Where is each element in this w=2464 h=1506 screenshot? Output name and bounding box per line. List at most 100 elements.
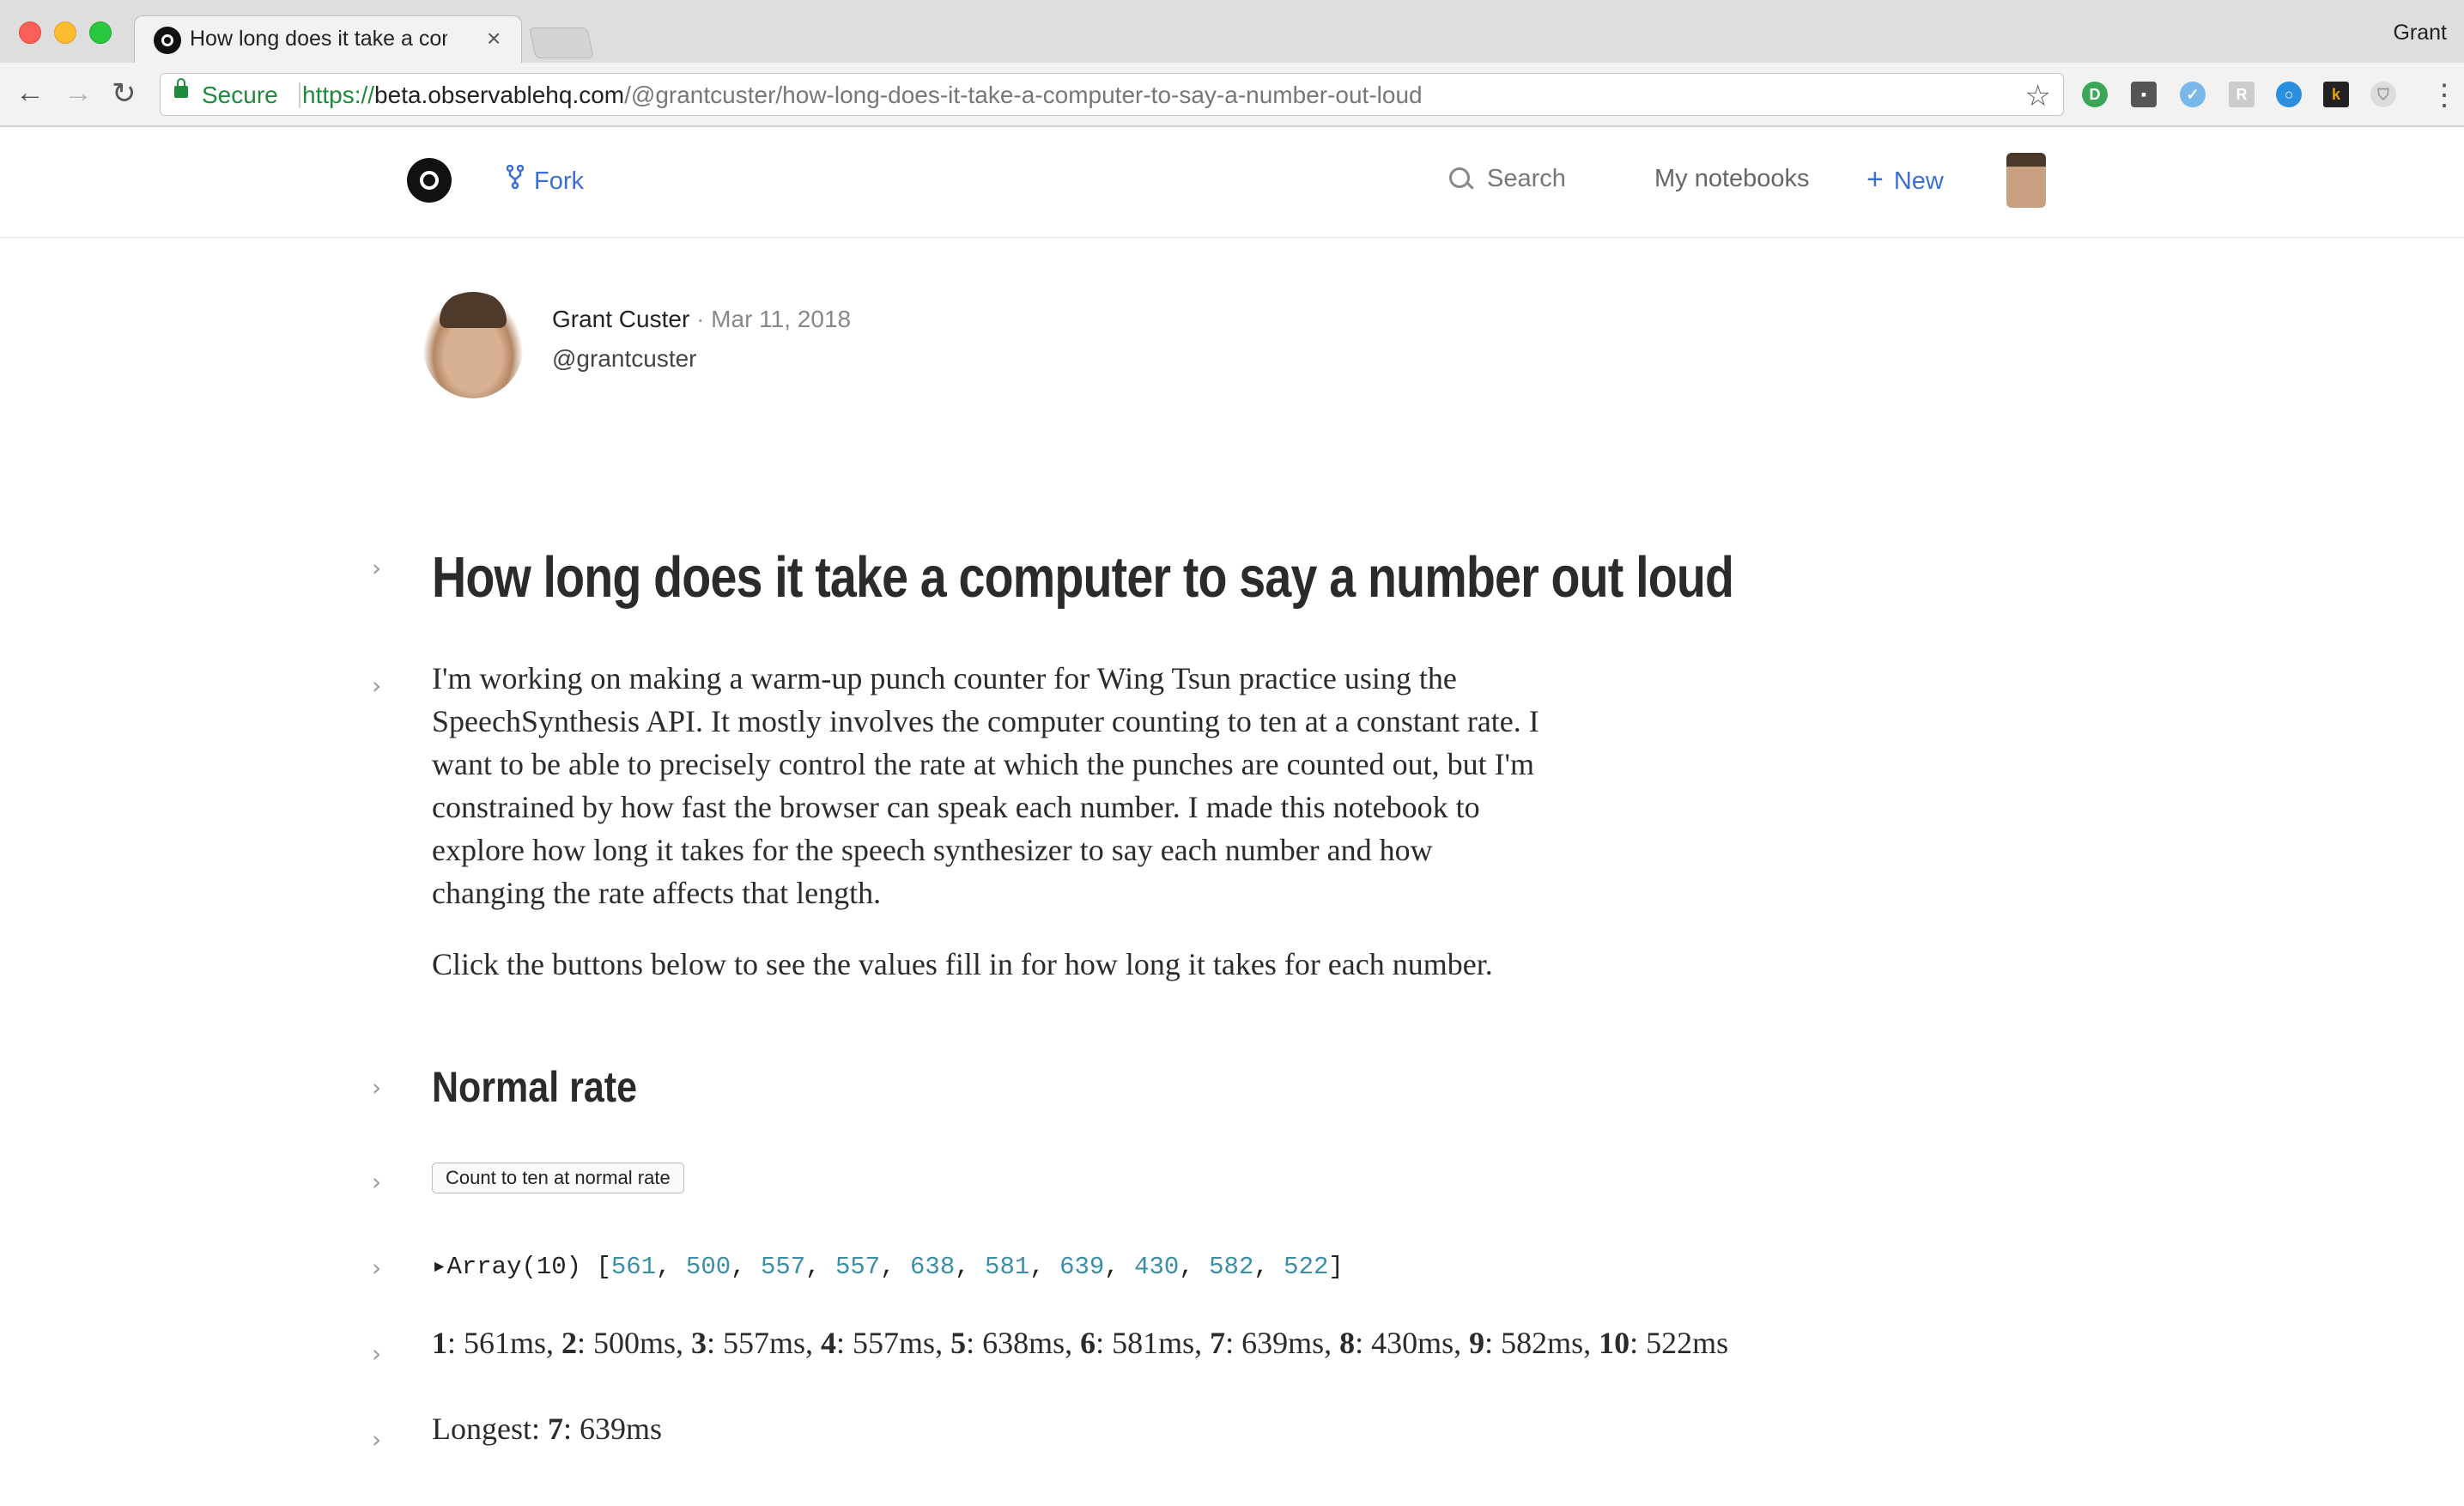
extension-r-icon[interactable]: R bbox=[2229, 82, 2255, 107]
array-value: 582 bbox=[1209, 1253, 1254, 1281]
bookmark-star-icon[interactable]: ☆ bbox=[2025, 79, 2051, 113]
notebook-title: How long does it take a computer to say … bbox=[432, 545, 1734, 610]
count-normal-rate-button[interactable]: Count to ten at normal rate bbox=[432, 1163, 684, 1193]
browser-menu-icon[interactable]: ⋮ bbox=[2430, 78, 2459, 112]
extension-k-icon[interactable]: k bbox=[2323, 82, 2349, 107]
array-value: 581 bbox=[985, 1253, 1030, 1281]
author-name[interactable]: Grant Custer bbox=[552, 306, 689, 332]
duration-value: : 561ms bbox=[447, 1326, 547, 1360]
browser-titlebar: How long does it take a compu × Grant bbox=[0, 0, 2464, 64]
secure-label: Secure bbox=[202, 82, 278, 108]
plus-icon: + bbox=[1866, 163, 1884, 196]
durations-list: 1: 561ms, 2: 500ms, 3: 557ms, 4: 557ms, … bbox=[432, 1326, 1729, 1360]
author-avatar[interactable] bbox=[422, 292, 524, 398]
section-heading: Normal rate bbox=[432, 1063, 637, 1111]
duration-value: : 638ms bbox=[966, 1326, 1065, 1360]
window-maximize-button[interactable] bbox=[89, 21, 112, 44]
extension-check-icon[interactable]: ✓ bbox=[2180, 82, 2206, 107]
array-value: 638 bbox=[910, 1253, 956, 1281]
intro-paragraph: I'm working on making a warm-up punch co… bbox=[432, 661, 1539, 910]
duration-value: : 557ms bbox=[707, 1326, 806, 1360]
back-icon[interactable]: ← bbox=[15, 76, 45, 110]
duration-value: : 500ms bbox=[577, 1326, 677, 1360]
duration-number: 8 bbox=[1339, 1326, 1356, 1360]
cell-chevron-icon[interactable]: › bbox=[372, 554, 381, 582]
tab-title: How long does it take a compu bbox=[190, 27, 447, 51]
new-tab-button[interactable] bbox=[529, 27, 594, 58]
duration-number: 1 bbox=[432, 1326, 447, 1360]
tab-close-icon[interactable]: × bbox=[487, 25, 501, 52]
array-value: 639 bbox=[1059, 1253, 1105, 1281]
array-value: 557 bbox=[760, 1253, 806, 1281]
new-notebook-button[interactable]: + New bbox=[1866, 163, 1944, 197]
url-scheme: https:// bbox=[302, 82, 375, 108]
duration-number: 7 bbox=[1210, 1326, 1226, 1360]
duration-number: 6 bbox=[1080, 1326, 1096, 1360]
duration-number: 3 bbox=[691, 1326, 707, 1360]
url-host: beta.observablehq.com bbox=[374, 82, 625, 108]
url-path: /@grantcuster/how-long-does-it-take-a-co… bbox=[624, 82, 1423, 108]
duration-value: : 522ms bbox=[1630, 1326, 1729, 1360]
duration-number: 4 bbox=[821, 1326, 837, 1360]
array-value: 557 bbox=[834, 1253, 881, 1281]
user-avatar[interactable] bbox=[2006, 153, 2046, 208]
cell-chevron-icon[interactable]: › bbox=[372, 1425, 381, 1454]
byline-separator: · bbox=[696, 306, 705, 332]
observable-favicon-icon bbox=[154, 27, 181, 54]
url-text[interactable]: https://beta.observablehq.com/@grantcust… bbox=[302, 82, 1423, 109]
search-icon bbox=[1449, 167, 1470, 188]
publish-date: Mar 11, 2018 bbox=[711, 306, 852, 332]
fork-button[interactable]: Fork bbox=[507, 165, 584, 196]
extension-camera-icon[interactable]: ▪ bbox=[2131, 82, 2157, 107]
duration-value: : 582ms bbox=[1484, 1326, 1584, 1360]
array-values: 561, 500, 557, 557, 638, 581, 639, 430, … bbox=[610, 1253, 1329, 1281]
window-close-button[interactable] bbox=[19, 21, 41, 44]
array-value: 500 bbox=[685, 1253, 731, 1281]
extension-green-icon[interactable]: D bbox=[2082, 82, 2108, 107]
site-header: Fork Search My notebooks + New bbox=[0, 127, 2464, 238]
longest-number: 7 bbox=[547, 1412, 563, 1446]
author-byline: Grant Custer · Mar 11, 2018 bbox=[552, 306, 851, 333]
address-bar[interactable]: Secure https://beta.observablehq.com/@gr… bbox=[160, 73, 2064, 116]
author-handle[interactable]: @grantcuster bbox=[552, 345, 697, 373]
my-notebooks-link[interactable]: My notebooks bbox=[1654, 165, 1810, 193]
forward-icon[interactable]: → bbox=[64, 76, 93, 110]
array-value: 561 bbox=[610, 1253, 657, 1281]
fork-icon bbox=[507, 165, 524, 189]
instructions-paragraph: Click the buttons below to see the value… bbox=[432, 947, 1493, 981]
duration-value: : 639ms bbox=[1225, 1326, 1325, 1360]
duration-value: : 430ms bbox=[1355, 1326, 1454, 1360]
extension-ring-icon[interactable]: ○ bbox=[2276, 82, 2302, 107]
cell-chevron-icon[interactable]: › bbox=[372, 1339, 381, 1368]
cell-chevron-icon[interactable]: › bbox=[372, 1073, 381, 1102]
duration-number: 5 bbox=[950, 1326, 967, 1360]
cell-chevron-icon[interactable]: › bbox=[372, 671, 381, 700]
reload-icon[interactable]: ↻ bbox=[112, 76, 137, 111]
cell-chevron-icon[interactable]: › bbox=[372, 1254, 381, 1282]
lock-icon bbox=[174, 78, 188, 98]
duration-value: : 581ms bbox=[1095, 1326, 1195, 1360]
longest-label: Longest: bbox=[432, 1412, 540, 1446]
extension-shield-icon[interactable]: ⛉ bbox=[2370, 82, 2396, 107]
longest-duration: 639ms bbox=[580, 1412, 663, 1446]
duration-number: 9 bbox=[1469, 1326, 1485, 1360]
search-button[interactable]: Search bbox=[1449, 165, 1566, 193]
search-label: Search bbox=[1487, 165, 1566, 192]
cell-chevron-icon[interactable]: › bbox=[372, 1168, 381, 1196]
longest-output: Longest: 7: 639ms bbox=[432, 1412, 663, 1446]
browser-tab[interactable]: How long does it take a compu × bbox=[134, 15, 522, 64]
fork-label: Fork bbox=[534, 167, 584, 195]
array-value: 430 bbox=[1134, 1253, 1180, 1281]
duration-number: 10 bbox=[1599, 1326, 1630, 1360]
window-minimize-button[interactable] bbox=[54, 21, 76, 44]
array-value: 522 bbox=[1284, 1253, 1329, 1281]
duration-number: 2 bbox=[561, 1326, 578, 1360]
array-output[interactable]: ▸Array(10) [561, 500, 557, 557, 638, 581… bbox=[432, 1250, 1344, 1281]
duration-value: : 557ms bbox=[836, 1326, 936, 1360]
array-suffix: ] bbox=[1328, 1253, 1344, 1281]
observable-logo-icon[interactable] bbox=[407, 158, 452, 203]
profile-name[interactable]: Grant bbox=[2393, 21, 2447, 46]
address-divider bbox=[299, 82, 300, 108]
browser-toolbar: ← → ↻ Secure https://beta.observablehq.c… bbox=[0, 63, 2464, 127]
array-prefix: ▸Array(10) [ bbox=[432, 1253, 611, 1281]
